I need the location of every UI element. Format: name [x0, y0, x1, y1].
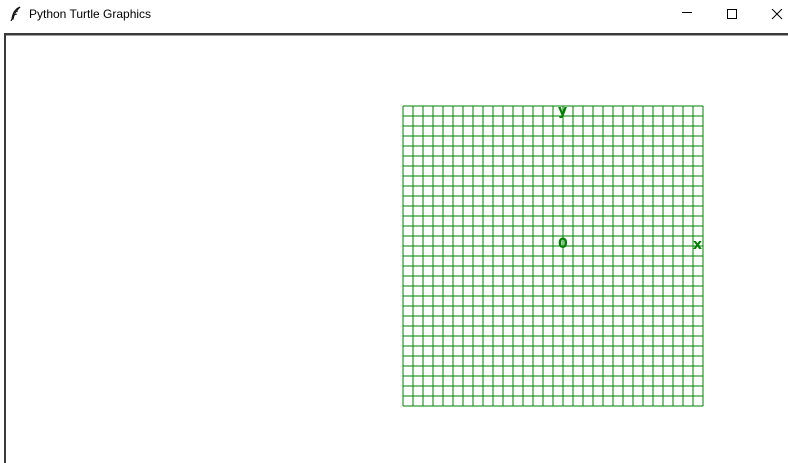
- title-bar[interactable]: Python Turtle Graphics: [0, 0, 788, 30]
- turtle-canvas[interactable]: y 0 x: [4, 33, 788, 463]
- minimize-icon: [682, 12, 692, 13]
- x-axis-label: x: [693, 237, 702, 253]
- close-button[interactable]: [754, 0, 788, 30]
- feather-icon: [9, 6, 23, 22]
- grid-lines: [402, 105, 704, 407]
- origin-label: 0: [558, 236, 568, 252]
- maximize-icon: [727, 9, 737, 19]
- maximize-button[interactable]: [709, 0, 755, 30]
- y-axis-label: y: [558, 103, 567, 119]
- window-title: Python Turtle Graphics: [29, 7, 152, 21]
- grid-drawing: y 0 x: [402, 103, 704, 407]
- minimize-button[interactable]: [664, 0, 710, 30]
- close-icon: [771, 9, 783, 20]
